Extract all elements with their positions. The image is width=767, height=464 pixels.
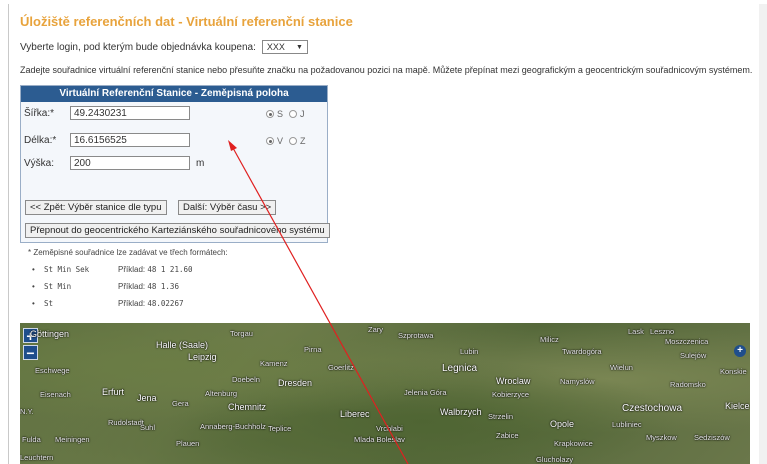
annotation-arrow <box>228 140 409 464</box>
arrow-line <box>232 147 409 464</box>
vertical-scrollbar[interactable] <box>759 4 767 464</box>
arrow-head <box>228 140 237 151</box>
